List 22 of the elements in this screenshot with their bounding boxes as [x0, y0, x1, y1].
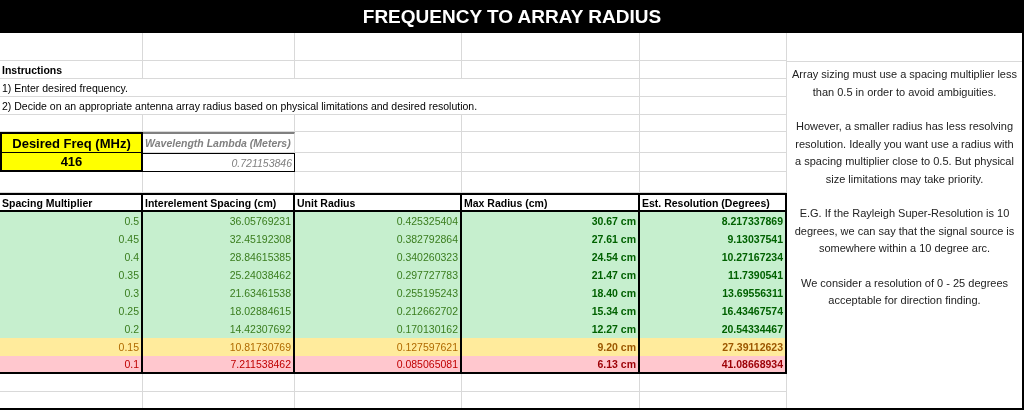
wavelength-label: Wavelength Lambda (Meters) — [143, 132, 295, 153]
wavelength-value: 0.721153846 — [143, 153, 295, 172]
table-cell: 0.1 — [0, 356, 143, 374]
note-paragraph: However, a smaller radius has less resolving resolution. Ideally you want use a radius with a spacing multiplier close to 0.5. But physical size limitations may take priority. — [794, 119, 1015, 187]
instructions-heading: Instructions — [2, 63, 63, 76]
column-header: Interelement Spacing (cm) — [143, 193, 295, 212]
note-paragraph: We consider a resolution of 0 - 25 degrees acceptable for direction finding. — [799, 275, 1010, 308]
frequency-label: Desired Freq (MHz) — [0, 132, 143, 153]
frequency-input[interactable]: 416 — [0, 153, 143, 172]
column-header: Est. Resolution (Degrees) — [640, 193, 787, 212]
table-cell: 0.085065081 — [295, 356, 462, 374]
table-cell: 6.13 cm — [462, 356, 640, 374]
column-header: Spacing Multiplier — [0, 193, 143, 212]
instruction-step: 2) Decide on an appropriate antenna array radius based on physical limitations and desired resolution. — [2, 99, 478, 112]
note-paragraph: Array sizing must use a spacing multiplier less than 0.5 in order to avoid ambiguities. — [791, 67, 1018, 100]
table-cell: 41.08668934 — [640, 356, 787, 374]
column-header: Unit Radius — [295, 193, 462, 212]
instruction-step: 1) Enter desired frequency. — [2, 81, 128, 94]
note-paragraph: E.G. If the Rayleigh Super-Resolution is 10 degrees, we can say that the signal source is somewhere within a 10 degree arc. — [793, 206, 1016, 256]
column-header: Max Radius (cm) — [462, 193, 640, 212]
table-cell: 7.211538462 — [143, 356, 295, 374]
sheet-title: FREQUENCY TO ARRAY RADIUS — [0, 0, 1024, 33]
